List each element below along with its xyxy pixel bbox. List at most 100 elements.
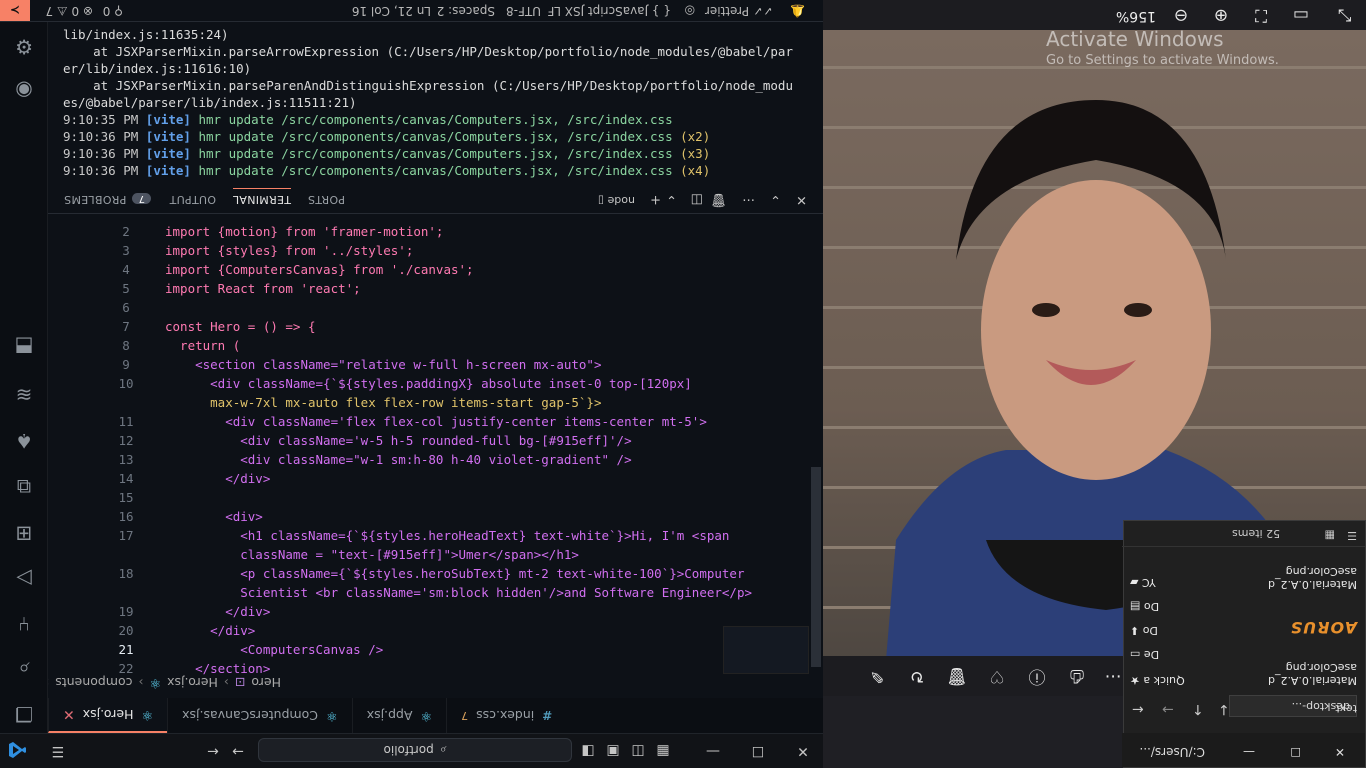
expand-icon[interactable]: ⤡ <box>1332 3 1358 27</box>
nav-item-quick-access[interactable]: Quick a ★ <box>1130 665 1200 687</box>
close-window-icon[interactable]: ✕ <box>793 742 813 760</box>
split-terminal-icon[interactable]: ◫ <box>691 192 703 207</box>
menu-icon[interactable]: ☰ <box>48 742 68 760</box>
remote-explorer-icon[interactable]: ⧉ <box>10 473 38 501</box>
tailwind-icon[interactable]: ≋ <box>10 381 38 409</box>
notifications-icon[interactable]: 🔔 <box>790 4 805 18</box>
account-icon[interactable]: ◉ <box>10 77 38 105</box>
back-icon[interactable]: ← <box>1132 701 1144 717</box>
down-icon[interactable]: ↓ <box>1218 701 1230 717</box>
code-line[interactable]: 17 <h1 className={`${styles.heroHeadText… <box>48 526 823 545</box>
nav-item-folder[interactable]: YC ▰ <box>1130 567 1200 589</box>
tab-computers-canvas[interactable]: ⚛ ComputersCanvas.jsx <box>167 698 352 733</box>
maximize-icon[interactable]: ☐ <box>748 742 768 760</box>
eol[interactable]: LF <box>547 4 561 18</box>
code-line[interactable]: 13 <div className="w-1 sm:h-80 h-40 viol… <box>48 450 823 469</box>
run-debug-icon[interactable]: ▷ <box>10 565 38 593</box>
zoom-out-icon[interactable]: ⊖ <box>1168 3 1194 27</box>
ports-status[interactable]: ⚲ 0 <box>103 4 123 18</box>
copilot-icon[interactable]: ◎ <box>685 4 695 18</box>
scrollbar-thumb[interactable] <box>811 467 821 667</box>
editor-scrollbar[interactable] <box>809 214 823 672</box>
filmstrip-icon[interactable]: ▭ <box>1288 3 1314 27</box>
minimap[interactable] <box>723 626 809 674</box>
code-line[interactable]: 10 <div className={`${styles.paddingX} a… <box>48 374 823 393</box>
chevron-down-icon[interactable]: ⌄ <box>770 192 781 207</box>
chevron-down-icon[interactable]: ⌄ <box>666 192 677 207</box>
nav-item-documents[interactable]: Do ▤ <box>1130 591 1200 613</box>
search-icon[interactable]: ⌕ <box>10 655 38 683</box>
details-view-icon[interactable]: ☰ <box>1347 529 1357 542</box>
close-icon[interactable]: ✕ <box>1335 745 1345 759</box>
zoom-in-icon[interactable]: ⊕ <box>1208 3 1234 27</box>
indentation[interactable]: Spaces: 2 <box>437 4 495 18</box>
fullscreen-icon[interactable]: ⛶ <box>1248 3 1274 27</box>
tab-hero[interactable]: ⚛ Hero.jsx ✕ <box>48 698 168 733</box>
nav-item-desktop[interactable]: De ▭ <box>1130 639 1200 661</box>
terminal[interactable]: lib/index.js:11635:24) at JSXParserMixin… <box>48 24 823 184</box>
search-box-text[interactable]: text <box>1335 702 1357 715</box>
code-line[interactable]: 8 return ( <box>48 336 823 355</box>
terminal-shell-selector[interactable]: node ▯ <box>598 194 635 207</box>
panel-toggle-icon[interactable]: ◫ <box>628 742 648 760</box>
secondary-sidebar-icon[interactable]: ◨ <box>578 742 598 760</box>
code-line[interactable]: 11 <div className='flex flex-col justify… <box>48 412 823 431</box>
print-icon[interactable]: ⎙ <box>1064 664 1090 688</box>
favorite-icon[interactable]: ♡ <box>984 664 1010 688</box>
code-line[interactable]: 16 <div> <box>48 507 823 526</box>
code-line[interactable]: Scientist <br className='sm:block hidden… <box>48 583 823 602</box>
tab-problems[interactable]: 7 PROBLEMS <box>64 193 151 206</box>
minimize-icon[interactable]: — <box>1243 745 1255 759</box>
encoding[interactable]: UTF-8 <box>506 4 541 18</box>
source-control-icon[interactable]: ⑂ <box>10 610 38 638</box>
code-line[interactable]: 5 import React from 'react'; <box>48 279 823 298</box>
tab-output[interactable]: OUTPUT <box>169 193 216 206</box>
edit-image-icon[interactable]: ✎ <box>864 664 890 688</box>
delete-icon[interactable]: 🗑 <box>944 664 970 688</box>
code-line[interactable]: 4 import {ComputersCanvas} from './canvas… <box>48 260 823 279</box>
problems-status[interactable]: ⊗ 0 ⚠ 7 <box>45 4 93 18</box>
prettier-status[interactable]: ✓✓ Prettier <box>705 4 773 18</box>
tab-terminal[interactable]: TERMINAL <box>232 188 291 206</box>
more-actions-icon[interactable]: ⋯ <box>742 192 755 207</box>
explorer-icon[interactable]: ❐ <box>10 700 38 728</box>
new-terminal-icon[interactable]: + <box>650 192 661 207</box>
code-line[interactable]: 21 <ComputersCanvas /> <box>48 640 823 659</box>
maximize-icon[interactable]: ☐ <box>1290 745 1301 759</box>
layout-icon[interactable]: ▦ <box>653 742 673 760</box>
cursor-position[interactable]: Ln 21, Col 16 <box>352 4 431 18</box>
forward-icon[interactable]: → <box>1162 701 1174 717</box>
code-line[interactable]: 7 const Hero = () => { <box>48 317 823 336</box>
up-icon[interactable]: ↑ <box>1192 701 1204 717</box>
remote-indicator[interactable]: ≻ <box>0 0 30 21</box>
aorus-file-item[interactable]: AORUS <box>1237 607 1357 637</box>
code-line[interactable]: 14 </div> <box>48 469 823 488</box>
code-line[interactable]: 20 </div> <box>48 621 823 640</box>
code-line[interactable]: 15 <box>48 488 823 507</box>
code-line[interactable]: 6 <box>48 298 823 317</box>
back-icon[interactable]: ← <box>203 742 223 760</box>
trash-icon[interactable]: 🗑 <box>710 192 727 207</box>
forward-icon[interactable]: → <box>228 742 248 760</box>
tab-ports[interactable]: PORTS <box>308 193 345 206</box>
settings-gear-icon[interactable]: ⚙ <box>10 33 38 61</box>
code-line[interactable]: 19 </div> <box>48 602 823 621</box>
minimize-icon[interactable]: — <box>703 742 723 760</box>
mongodb-icon[interactable]: ♠ <box>10 427 38 455</box>
code-line[interactable]: 18 <p className={`${styles.heroSubText} … <box>48 564 823 583</box>
language-mode[interactable]: { } JavaScript JSX <box>565 4 671 18</box>
rotate-icon[interactable]: ↻ <box>904 664 930 688</box>
sidebar-toggle-icon[interactable]: ▣ <box>603 742 623 760</box>
code-editor[interactable]: 2 import {motion} from 'framer-motion'; 3 i… <box>48 139 823 676</box>
file-item[interactable]: Material.0.A.2_d aseColor.png <box>1237 561 1357 591</box>
code-line[interactable]: className = "text-[#915eff]">Umer</span>… <box>48 545 823 564</box>
tab-app[interactable]: ⚛ App.jsx <box>351 698 447 733</box>
tab-index-css[interactable]: # index.css 7 <box>446 698 567 733</box>
extensions-icon[interactable]: ⊞ <box>10 520 38 548</box>
thumbnail-view-icon[interactable]: ▦ <box>1325 529 1335 542</box>
code-line[interactable]: max-w-7xl mx-auto flex flex-row items-st… <box>48 393 823 412</box>
command-center-search[interactable]: ⌕ portfolio <box>258 738 572 762</box>
code-line[interactable]: 3 import {styles} from '../styles'; <box>48 241 823 260</box>
code-line[interactable]: 9 <section className="relative w-full h-… <box>48 355 823 374</box>
close-panel-icon[interactable]: ✕ <box>796 192 807 207</box>
